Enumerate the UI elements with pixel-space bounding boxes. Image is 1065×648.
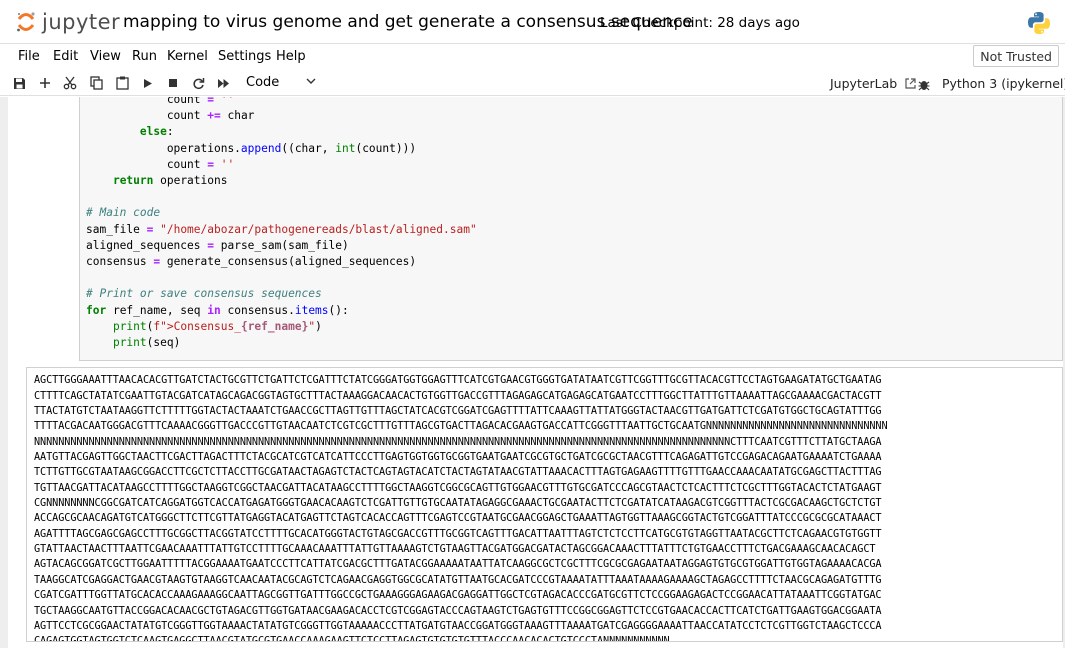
jupyter-orbit-icon: [17, 12, 35, 32]
cell-type-select[interactable]: Code: [240, 73, 320, 93]
code-cell-output: GGCGGCTTGGCTAAGTTTACGACCAGATGTTCGAATGACC…: [26, 367, 1063, 642]
code-line: sam_file = "/home/abozar/pathogenereads/…: [86, 222, 477, 236]
notebook-page: count = '' count += char else: operation…: [8, 97, 1063, 648]
menu-kernel[interactable]: Kernel: [167, 49, 208, 64]
notebook-toolbar: Code JupyterLab Python 3 (ipykernel): [0, 70, 1065, 96]
menu-edit[interactable]: Edit: [53, 49, 78, 64]
open-jupyterlab-link[interactable]: JupyterLab: [830, 76, 916, 91]
menu-run[interactable]: Run: [132, 49, 157, 64]
code-line: count = '': [86, 97, 235, 106]
output-line: NNNNNNNNNNNNNNNNNNNNNNNNNNNNNNNNNNNNNNNN…: [34, 436, 882, 448]
save-icon[interactable]: [10, 74, 28, 92]
kernel-name[interactable]: Python 3 (ipykernel): [942, 76, 1065, 91]
jupyter-logo[interactable]: jupyter: [14, 7, 124, 39]
code-cell-input[interactable]: count = '' count += char else: operation…: [79, 97, 1063, 361]
restart-icon[interactable]: [189, 74, 207, 92]
output-line: CGNNNNNNNNCGGCGATCATCAGGATGGTCACCATGAGAT…: [34, 498, 882, 510]
code-line: operations.append((char, int(count))): [86, 141, 417, 155]
last-checkpoint: Last Checkpoint: 28 days ago: [600, 15, 800, 31]
menu-settings[interactable]: Settings: [218, 49, 271, 64]
output-line: TGTTAACGATTACATAAGCCTTTTGGCTAAGGTCGGCTAA…: [34, 482, 882, 494]
output-line: AATGTTACGAGTTGGCTAACTTCGACTTAGACTTTCTACG…: [34, 452, 882, 464]
output-line: TGCTAAGGCAATGTTACCGGACACAACGCTGTAGACGTTG…: [34, 605, 882, 617]
cell-type-value: Code: [246, 75, 280, 90]
code-line: print(seq): [112, 336, 181, 350]
python-logo-icon: [1028, 12, 1050, 34]
code-line: consensus = generate_consensus(aligned_s…: [86, 255, 417, 269]
code-line: return operations: [112, 174, 228, 188]
menu-help[interactable]: Help: [276, 49, 306, 64]
code-line: count += char: [86, 109, 255, 123]
stop-icon[interactable]: [164, 74, 182, 92]
output-line: AGCTTGGGAAATTTAACACACGTTGATCTACTGCGTTCTG…: [34, 375, 882, 387]
output-line: GTATTAACTAACTTTAATTCGAACAAATTTATTGTCCTTT…: [34, 544, 876, 556]
notebook-panel[interactable]: count = '' count += char else: operation…: [0, 97, 1065, 648]
fast-forward-icon[interactable]: [215, 74, 233, 92]
kernel-name-label: Python 3 (ipykernel): [942, 76, 1065, 91]
menu-view[interactable]: View: [90, 49, 121, 64]
jupyterlab-label: JupyterLab: [830, 76, 898, 91]
consensus-output-text: GGCGGCTTGGCTAAGTTTACGACCAGATGTTCGAATGACC…: [27, 368, 1062, 642]
code-line: print(f">Consensus_{ref_name}"): [112, 319, 322, 333]
cut-icon[interactable]: [61, 74, 79, 92]
output-line: CTTTTCAGCTATATCGAATTGTACGATCATAGCAGACGGT…: [34, 390, 882, 402]
menu-file[interactable]: File: [18, 49, 40, 64]
code-line: else:: [139, 125, 174, 139]
output-line: AGTACAGCGGATCGCTTGGAATTTTTACGGAAAATGAATC…: [34, 559, 882, 571]
paste-icon[interactable]: [113, 74, 131, 92]
code-line: count = '': [86, 157, 235, 171]
notebook-header: jupyter mapping to virus genome and get …: [0, 0, 1065, 44]
output-line: CAGAGTGGTAGTGGTCTCAAGTGAGGCTTAACGTATGCGT…: [34, 636, 670, 642]
output-line: CGATCGATTTGGTTATGCACACCAAAGAAAGGCAATTAGC…: [34, 590, 882, 602]
output-line: TAAGGCATCGAGGACTGAACGTAAGTGTAAGGTCAACAAT…: [34, 574, 882, 586]
menubar: File Edit View Run Kernel Settings Help …: [0, 45, 1065, 69]
output-line: ACCAGCGCAACAGATGTCATGGGCTTCTTCGTTATGAGGT…: [34, 513, 882, 525]
trust-status-button[interactable]: Not Trusted: [973, 45, 1059, 67]
jupyter-wordmark: jupyter: [42, 10, 121, 34]
chevron-down-icon: [306, 78, 316, 84]
output-line: TTTTACGACAATGGGACGTTTCAAAACGGGTTGACCCGTT…: [34, 421, 888, 433]
add-cell-icon[interactable]: [36, 74, 54, 92]
debugger-bug-icon[interactable]: [915, 75, 933, 93]
output-line: TCTTGTTGCGTAATAAGCGGACCTTCGCTCTTACCTTGCG…: [34, 467, 882, 479]
copy-icon[interactable]: [87, 74, 105, 92]
output-line: TTACTATGTCTAATAAGGTTCTTTTTGGTACTACTAAATC…: [34, 406, 882, 418]
output-line: AGTTCCTCGCGGAACTATATGTCGGGTTGGTAAAACTATA…: [34, 620, 882, 632]
run-icon[interactable]: [139, 74, 157, 92]
code-line: for ref_name, seq in consensus.items():: [86, 303, 349, 317]
code-editor[interactable]: count = '' count += char else: operation…: [80, 97, 1062, 351]
code-line: aligned_sequences = parse_sam(sam_file): [86, 238, 349, 252]
output-line: AGATTTTAGCGAGCGAGCCTTTGCGGCTTACGGTATCCTT…: [34, 528, 882, 540]
code-line: # Main code: [86, 206, 161, 220]
code-line: # Print or save consensus sequences: [86, 287, 322, 301]
